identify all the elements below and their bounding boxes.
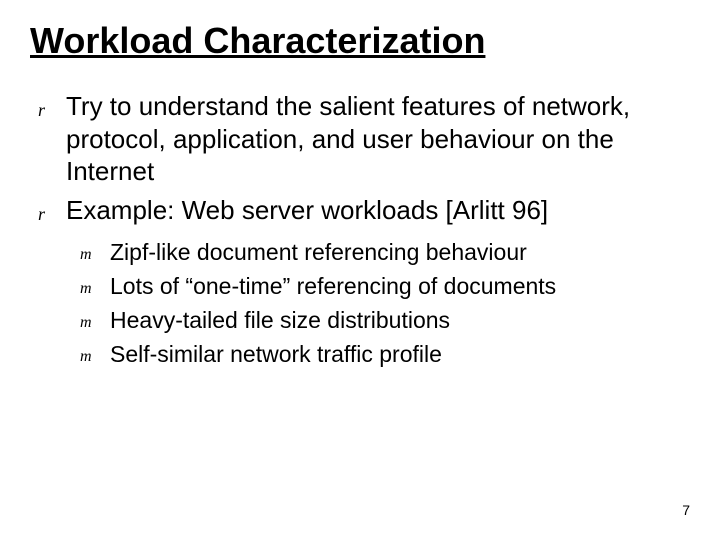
list-item: r Try to understand the salient features…: [38, 90, 690, 188]
slide-title: Workload Characterization: [30, 20, 690, 62]
bullet-marker: m: [80, 238, 110, 268]
bullet-marker: m: [80, 340, 110, 370]
bullet-text: Heavy-tailed file size distributions: [110, 306, 450, 336]
list-item: m Heavy-tailed file size distributions: [80, 306, 690, 336]
bullet-marker: r: [38, 194, 66, 229]
bullet-list-level2: m Zipf-like document referencing behavio…: [80, 238, 690, 370]
list-item: m Self-similar network traffic profile: [80, 340, 690, 370]
list-item: m Zipf-like document referencing behavio…: [80, 238, 690, 268]
list-item: m Lots of “one-time” referencing of docu…: [80, 272, 690, 302]
bullet-marker: m: [80, 272, 110, 302]
bullet-text: Self-similar network traffic profile: [110, 340, 442, 370]
bullet-text: Zipf-like document referencing behaviour: [110, 238, 527, 268]
bullet-list-level1: r Try to understand the salient features…: [38, 90, 690, 228]
list-item: r Example: Web server workloads [Arlitt …: [38, 194, 690, 229]
bullet-text: Try to understand the salient features o…: [66, 90, 690, 188]
bullet-text: Lots of “one-time” referencing of docume…: [110, 272, 556, 302]
page-number: 7: [682, 502, 690, 518]
bullet-marker: r: [38, 90, 66, 125]
bullet-marker: m: [80, 306, 110, 336]
slide: Workload Characterization r Try to under…: [0, 0, 720, 540]
bullet-text: Example: Web server workloads [Arlitt 96…: [66, 194, 548, 227]
